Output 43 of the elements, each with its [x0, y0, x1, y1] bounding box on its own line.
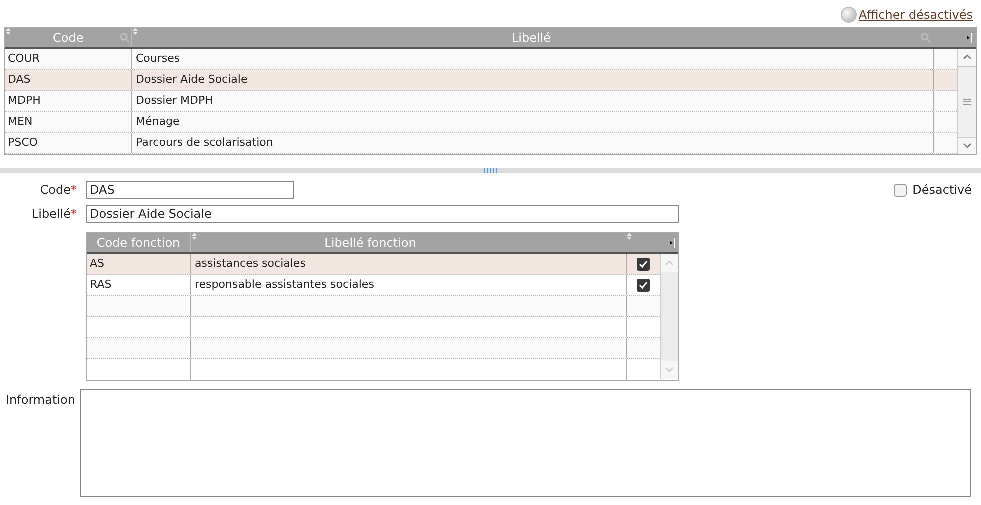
table-cell: PSCO	[5, 133, 132, 153]
table-cell: responsable assistantes sociales	[191, 275, 627, 295]
grip-icon	[963, 98, 971, 104]
column-menu-icon[interactable]	[670, 238, 676, 248]
table-row[interactable]: DAS Dossier Aide Sociale	[5, 70, 957, 91]
scroll-down-icon[interactable]	[962, 142, 972, 149]
scrollbar[interactable]	[957, 49, 976, 154]
toggle-icon[interactable]	[840, 6, 857, 22]
field-label: Libellé*	[30, 206, 77, 223]
table-cell: Dossier Aide Sociale	[132, 70, 934, 90]
checkbox[interactable]	[637, 278, 650, 292]
code-input[interactable]: DAS	[86, 181, 294, 199]
table-cell: Courses	[132, 49, 934, 69]
checkbox[interactable]	[894, 184, 907, 196]
sort-icon[interactable]	[133, 28, 138, 35]
search-icon[interactable]	[120, 32, 130, 42]
table-row[interactable]: MDPH Dossier MDPH	[5, 91, 957, 112]
field-label: Code*	[39, 182, 77, 199]
table-row[interactable]: COUR Courses	[5, 49, 957, 70]
label-input[interactable]: Dossier Aide Sociale	[86, 205, 679, 223]
table-cell: AS	[87, 254, 191, 274]
search-icon[interactable]	[921, 32, 931, 42]
table-cell: RAS	[87, 275, 191, 295]
table-cell: MEN	[5, 112, 132, 132]
checkbox[interactable]	[637, 258, 650, 270]
table-row[interactable]: AS assistances sociales	[87, 254, 660, 275]
table-cell: Dossier MDPH	[132, 91, 934, 111]
column-menu-icon[interactable]	[967, 32, 973, 42]
table-cell: MDPH	[5, 91, 132, 111]
scroll-up-icon[interactable]	[962, 54, 972, 60]
table-cell: DAS	[5, 70, 132, 90]
table-cell: Parcours de scolarisation	[132, 133, 934, 153]
field-label: Information	[5, 392, 76, 409]
table-cell: COUR	[5, 49, 132, 69]
sort-icon[interactable]	[192, 233, 197, 240]
table-cell: assistances sociales	[191, 254, 627, 274]
table-row[interactable]: MEN Ménage	[5, 112, 957, 133]
table-cell: Ménage	[132, 112, 934, 132]
table-row[interactable]: PSCO Parcours de scolarisation	[5, 133, 957, 154]
sort-icon[interactable]	[627, 233, 632, 240]
table-row[interactable]: RAS responsable assistantes sociales	[87, 275, 660, 296]
sort-icon[interactable]	[6, 28, 11, 35]
information-textarea[interactable]	[80, 389, 971, 497]
